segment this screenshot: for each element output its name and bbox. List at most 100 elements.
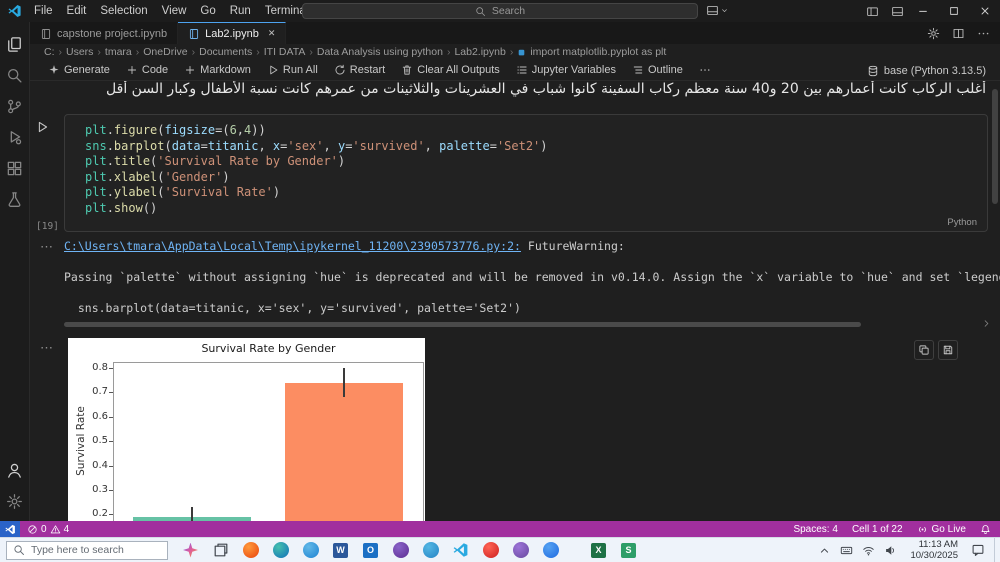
toolbar-run-all[interactable]: Run All — [259, 60, 326, 80]
menu-edit[interactable]: Edit — [60, 5, 94, 17]
y-tick-label: 0.3 — [82, 484, 108, 495]
toolbar-clear-all-outputs[interactable]: Clear All Outputs — [393, 60, 508, 80]
breadcrumb-item[interactable]: ITI DATA — [264, 46, 306, 58]
skype-taskbar-button[interactable] — [302, 542, 319, 559]
opera-taskbar-button[interactable] — [482, 542, 499, 559]
layout-controls — [866, 0, 904, 22]
cell-output-more-actions[interactable]: ⋯ — [40, 239, 54, 255]
copy-output-button[interactable] — [914, 340, 934, 360]
sharepoint-taskbar-button[interactable]: S — [620, 542, 637, 559]
speaker-icon[interactable] — [884, 544, 897, 557]
notifications-bell-icon[interactable] — [980, 524, 991, 535]
settings-gear-icon[interactable] — [927, 27, 940, 40]
maximize-button[interactable] — [938, 0, 969, 22]
notebook-toolbar: GenerateCode Markdown Run AllRestartClear … — [30, 60, 1000, 81]
breadcrumb-item[interactable]: tmara — [105, 46, 132, 58]
menu-run[interactable]: Run — [223, 5, 258, 17]
indentation-indicator[interactable]: Spaces: 4 — [793, 524, 837, 535]
menu-file[interactable]: File — [27, 5, 60, 17]
output-horizontal-scrollbar[interactable] — [64, 322, 861, 327]
search-icon[interactable] — [0, 60, 30, 91]
breadcrumb-item[interactable]: Lab2.ipynb — [454, 46, 505, 58]
breadcrumb-symbol[interactable]: import matplotlib.pyplot as plt — [517, 46, 666, 58]
minimize-button[interactable] — [907, 0, 938, 22]
outlook-taskbar-button[interactable]: O — [362, 542, 379, 559]
scroll-right-icon[interactable] — [981, 318, 992, 329]
copilot-taskbar-button[interactable] — [182, 542, 199, 559]
keyboard-icon[interactable] — [840, 544, 853, 557]
error-count: 0 — [41, 524, 47, 535]
breadcrumb-item[interactable]: OneDrive — [143, 46, 187, 58]
wifi-icon[interactable] — [862, 544, 875, 557]
y-tick-mark — [109, 441, 113, 442]
code-editor[interactable]: plt.figure(figsize=(6,4))sns.barplot(dat… — [85, 123, 548, 216]
task-view-taskbar-button[interactable] — [212, 542, 229, 559]
show-desktop-button[interactable] — [994, 538, 998, 562]
toolbar-generate[interactable]: Generate — [40, 60, 118, 80]
breadcrumb-item[interactable]: Users — [66, 46, 93, 58]
split-editor-icon[interactable] — [952, 27, 965, 40]
errors-icon — [27, 524, 38, 535]
customize-layout-button[interactable] — [706, 4, 729, 17]
toolbar-outline[interactable]: Outline — [624, 60, 691, 80]
remote-indicator[interactable] — [0, 521, 20, 537]
breadcrumb-item[interactable]: Documents — [199, 46, 252, 58]
settings-icon[interactable] — [0, 486, 30, 517]
menu-view[interactable]: View — [155, 5, 194, 17]
telegram-taskbar-button[interactable] — [422, 542, 439, 559]
taskbar-clock[interactable]: 11:13 AM 10/30/2025 — [906, 539, 962, 561]
code-cell[interactable]: plt.figure(figsize=(6,4))sns.barplot(dat… — [64, 114, 988, 232]
breadcrumb-separator: › — [256, 46, 260, 58]
toolbar-markdown[interactable]: Markdown — [176, 60, 259, 80]
more-actions-icon[interactable] — [977, 27, 990, 40]
edge-taskbar-button[interactable] — [272, 542, 289, 559]
breadcrumb-item[interactable]: C: — [44, 46, 55, 58]
telegram-icon — [423, 542, 439, 558]
close-tab-icon[interactable]: ✕ — [268, 28, 276, 39]
vscode-logo-icon — [8, 4, 22, 18]
traceback-link[interactable]: C:\Users\tmara\AppData\Local\Temp\ipyker… — [64, 239, 521, 253]
problems-indicator[interactable]: 0 4 — [20, 524, 69, 535]
account-icon[interactable] — [0, 455, 30, 486]
testing-icon[interactable] — [0, 184, 30, 215]
status-bar: 0 4 Spaces: 4 Cell 1 of 22 Go Live — [0, 521, 1000, 537]
action-center-icon[interactable] — [971, 543, 985, 557]
excel-taskbar-button[interactable]: X — [590, 542, 607, 559]
tab-capstone-project-ipynb[interactable]: capstone project.ipynb — [30, 22, 178, 44]
messenger-taskbar-button[interactable] — [542, 542, 559, 559]
toolbar-restart[interactable]: Restart — [326, 60, 393, 80]
close-button[interactable] — [969, 0, 1000, 22]
menu-go[interactable]: Go — [193, 5, 222, 17]
explorer-icon[interactable] — [0, 29, 30, 60]
tab-lab2-ipynb[interactable]: Lab2.ipynb✕ — [178, 22, 286, 44]
breadcrumb-item[interactable]: Data Analysis using python — [317, 46, 443, 58]
word-taskbar-button[interactable]: W — [332, 542, 349, 559]
kernel-picker[interactable]: base (Python 3.13.5) — [867, 60, 986, 81]
chart-output-more-actions[interactable]: ⋯ — [40, 340, 54, 356]
firefox-taskbar-button[interactable] — [242, 542, 259, 559]
toggle-sidebar-icon[interactable] — [866, 5, 879, 18]
toolbar-more[interactable] — [691, 60, 719, 80]
save-output-button[interactable] — [938, 340, 958, 360]
command-center-search[interactable]: Search — [302, 3, 698, 19]
toolbar-jupyter-variables[interactable]: Jupyter Variables — [508, 60, 624, 80]
run-debug-icon[interactable] — [0, 122, 30, 153]
warning-count: 4 — [64, 524, 70, 535]
taskbar-search[interactable]: Type here to search — [6, 541, 168, 560]
hidden-icons-icon[interactable] — [818, 544, 831, 557]
extensions-icon[interactable] — [0, 153, 30, 184]
go-live-button[interactable]: Go Live — [917, 524, 966, 535]
toolbar-label: Markdown — [200, 64, 251, 76]
toolbar-code[interactable]: Code — [118, 60, 176, 80]
menu-selection[interactable]: Selection — [93, 5, 154, 17]
vscode-taskbar-button[interactable] — [452, 542, 469, 559]
visual-studio-taskbar-button[interactable] — [392, 542, 409, 559]
editor-vertical-scrollbar[interactable] — [992, 89, 998, 204]
breadcrumb-separator: › — [510, 46, 514, 58]
cell-indicator[interactable]: Cell 1 of 22 — [852, 524, 903, 535]
title-bar: FileEditSelectionViewGoRunTerminalHelp S… — [0, 0, 1000, 22]
source-control-icon[interactable] — [0, 91, 30, 122]
toggle-panel-icon[interactable] — [891, 5, 904, 18]
run-cell-button[interactable] — [35, 120, 49, 134]
viber-taskbar-button[interactable] — [512, 542, 529, 559]
